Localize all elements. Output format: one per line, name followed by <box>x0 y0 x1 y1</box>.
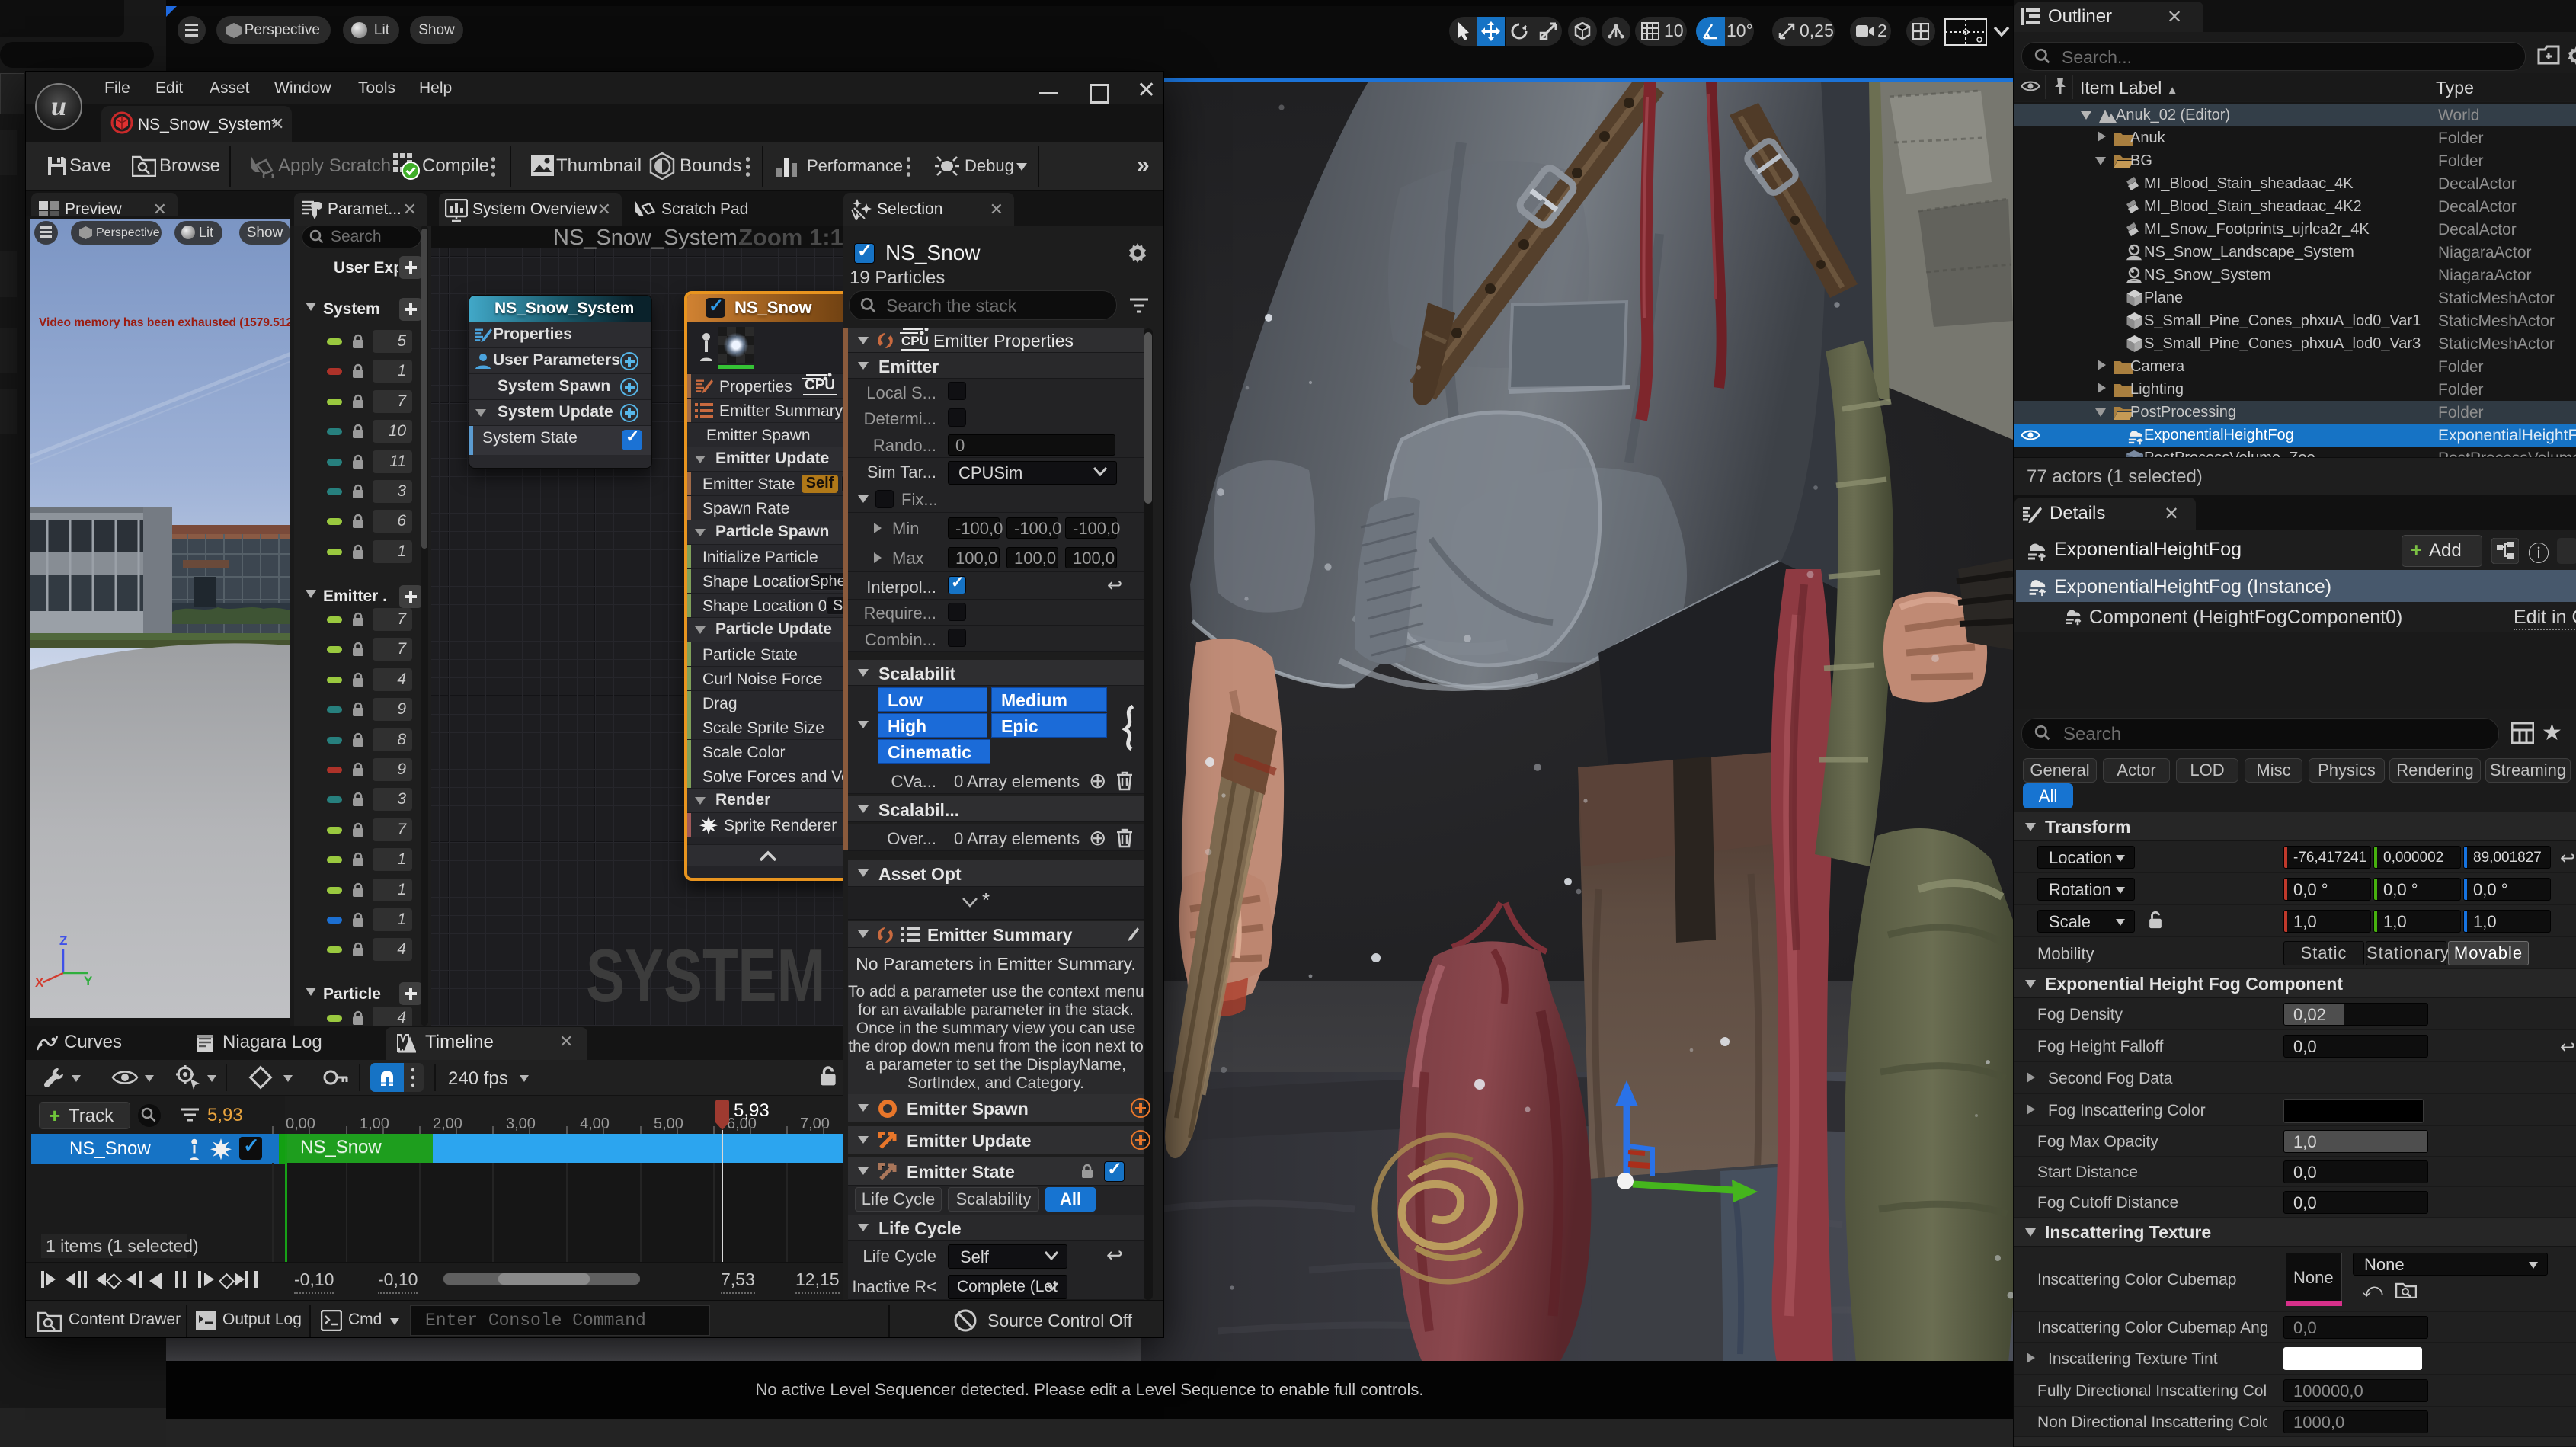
svg-text:Video memory has been exhauste: Video memory has been exhausted (1579.51… <box>39 316 290 329</box>
svg-text:X: X <box>35 975 44 990</box>
svg-text:Z: Z <box>59 933 67 948</box>
svg-text:Y: Y <box>84 974 93 988</box>
